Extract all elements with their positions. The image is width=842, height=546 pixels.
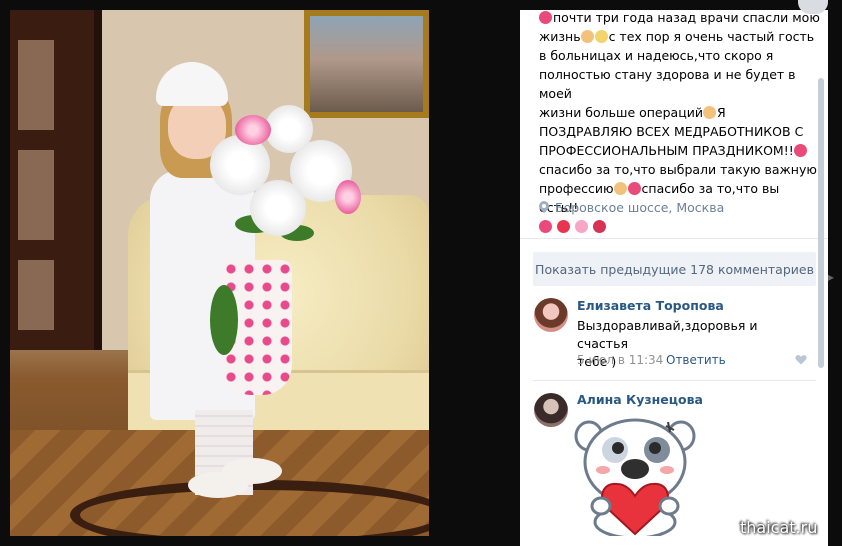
comment-date[interactable]: 5 июл в 11:34: [577, 353, 663, 367]
tulip-emoji-icon: [793, 144, 807, 157]
praying-hands-emoji-icon: [580, 30, 594, 43]
rose-emoji-icon: [592, 220, 606, 233]
hibiscus-emoji-icon: [556, 220, 570, 233]
location-text[interactable]: Боровское шоссе, Москва: [555, 200, 724, 215]
reply-button[interactable]: Ответить: [666, 353, 726, 367]
location-pin-icon: [539, 201, 549, 215]
avatar[interactable]: [534, 298, 568, 332]
chevron-right-icon[interactable]: ▸: [828, 270, 834, 284]
photo-bouquet: [210, 105, 370, 355]
divider: [520, 238, 828, 239]
comment-author[interactable]: Алина Кузнецова: [577, 392, 703, 407]
tulip-emoji-icon: [627, 182, 641, 195]
show-previous-comments-button[interactable]: Показать предыдущие 178 комментариев: [533, 252, 816, 286]
praying-hands-emoji-icon: [702, 106, 716, 119]
tulip-emoji-icon: [539, 11, 552, 24]
heart-like-icon[interactable]: [795, 354, 807, 365]
sticker-bear-with-heart[interactable]: [573, 414, 697, 536]
photo-door: [10, 10, 102, 350]
post-location[interactable]: Боровское шоссе, Москва: [539, 200, 724, 215]
watermark: thaicat.ru: [740, 518, 818, 537]
post-photo[interactable]: [10, 10, 429, 536]
tulip-emoji-icon: [539, 220, 552, 233]
avatar[interactable]: [534, 393, 568, 427]
cherry-blossom-emoji-icon: [574, 220, 588, 233]
comment-author[interactable]: Елизавета Торопова: [577, 298, 724, 313]
divider: [533, 380, 816, 381]
praying-hands-emoji-icon: [613, 182, 627, 195]
face-emoji-icon: [594, 30, 608, 43]
photo-painting: [304, 10, 429, 118]
scrollbar[interactable]: [818, 78, 824, 368]
